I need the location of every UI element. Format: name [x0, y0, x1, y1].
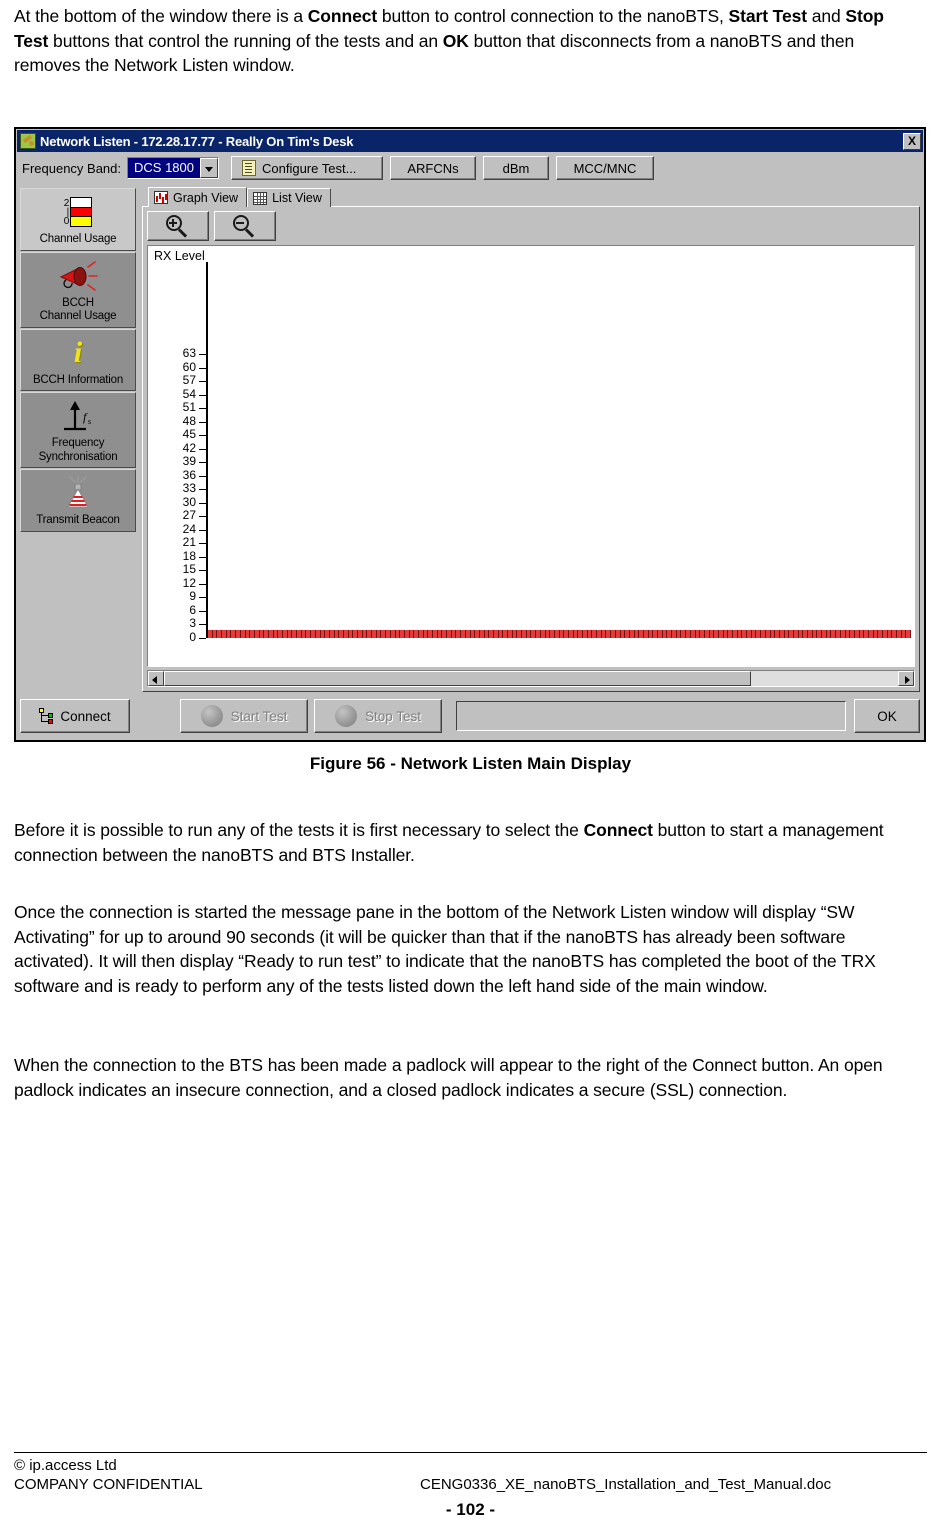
sidebar-item-channel-usage[interactable]: 2 | 0 Channel Usage	[20, 188, 136, 251]
bar-meter-icon: 2 | 0	[64, 193, 93, 231]
sidebar-item-frequency-synchronisation[interactable]: f s Frequency Synchronisation	[20, 392, 136, 468]
sidebar-item-label: Transmit Beacon	[36, 514, 120, 526]
start-test-label: Start Test	[230, 708, 288, 724]
chart-bars	[208, 630, 912, 638]
stop-orb-icon	[334, 705, 357, 727]
toolbar: Frequency Band: DCS 1800 Configure Test.…	[16, 153, 924, 183]
beacon-antenna-icon	[58, 474, 98, 512]
app-puzzle-icon	[20, 133, 36, 149]
sidebar-item-label: BCCH Channel Usage	[39, 296, 117, 323]
sidebar-item-transmit-beacon[interactable]: Transmit Beacon	[20, 469, 136, 532]
paragraph-2: Before it is possible to run any of the …	[14, 820, 884, 865]
start-orb-icon	[200, 705, 223, 727]
tab-label: List View	[272, 191, 322, 205]
window-titlebar: Network Listen - 172.28.17.77 - Really O…	[17, 130, 923, 152]
start-test-button[interactable]: Start Test	[180, 699, 308, 733]
graph-horizontal-scrollbar[interactable]	[147, 670, 915, 687]
frequency-band-value: DCS 1800	[128, 158, 200, 178]
configure-test-label: Configure Test...	[262, 160, 357, 176]
zoom-out-button[interactable]	[214, 211, 276, 241]
connect-button[interactable]: Connect	[20, 699, 130, 733]
graph-zoom-toolbar	[147, 211, 915, 241]
sidebar-item-bcch-information[interactable]: i BCCH Information	[20, 328, 136, 391]
configure-test-button[interactable]: Configure Test...	[231, 156, 383, 180]
zoom-in-icon	[166, 215, 190, 238]
page-number: - 102 -	[445, 1500, 496, 1519]
close-icon[interactable]: X	[903, 132, 921, 150]
chart-y-axis-ticks: 63 60 57 54 51 48 45 42 39 36 33 30 27 24 21 18 15 12 9 6 3 0	[148, 262, 206, 644]
view-tabstrip: Graph View List View	[142, 187, 920, 207]
footer-left: © ip.access Ltd COMPANY CONFIDENTIAL	[14, 1456, 203, 1494]
window-title: Network Listen - 172.28.17.77 - Really O…	[40, 133, 354, 149]
window-content: 2 | 0 Channel Usage BCCH Channel Usage i…	[20, 187, 920, 692]
arrow-right-icon[interactable]	[898, 671, 914, 686]
message-pane	[456, 701, 846, 731]
scrollbar-thumb[interactable]	[164, 671, 752, 686]
tab-label: Graph View	[173, 190, 239, 205]
zoom-out-icon	[233, 215, 257, 238]
footer-filename: CENG0336_XE_nanoBTS_Installation_and_Tes…	[420, 1476, 832, 1493]
tab-list-view[interactable]: List View	[247, 188, 331, 207]
network-listen-window: Network Listen - 172.28.17.77 - Really O…	[14, 127, 926, 742]
network-connect-icon	[39, 708, 55, 724]
up-arrow-fs-icon: f s	[58, 397, 98, 435]
arfcns-button[interactable]: ARFCNs	[390, 156, 476, 180]
frequency-band-label: Frequency Band:	[22, 160, 122, 176]
ok-button[interactable]: OK	[854, 699, 920, 733]
document-icon	[242, 160, 256, 176]
bar-chart-icon	[154, 191, 168, 204]
zoom-in-button[interactable]	[147, 211, 209, 241]
footer-confidential: COMPANY CONFIDENTIAL	[14, 1476, 203, 1493]
connect-label: Connect	[60, 708, 111, 724]
figure-caption: Figure 56 - Network Listen Main Display	[309, 754, 632, 773]
frequency-band-select[interactable]: DCS 1800	[127, 157, 219, 179]
mcc-mnc-button[interactable]: MCC/MNC	[556, 156, 654, 180]
footer-copyright: © ip.access Ltd	[14, 1457, 117, 1474]
paragraph-3: Once the connection is started the messa…	[14, 902, 876, 996]
tab-graph-view[interactable]: Graph View	[148, 187, 248, 207]
arrow-left-icon[interactable]	[148, 671, 164, 686]
sidebar-item-label: Channel Usage	[39, 233, 117, 245]
svg-text:s: s	[88, 417, 91, 426]
paragraph-4: When the connection to the BTS has been …	[14, 1055, 883, 1100]
stop-test-label: Stop Test	[364, 708, 422, 724]
sidebar-item-label: Frequency Synchronisation	[38, 437, 118, 463]
scrollbar-track[interactable]	[164, 671, 898, 686]
rx-level-chart[interactable]: RX Level 63 60 57 54 51 48 45 42 39 36 33 30 27 24 21 1…	[147, 245, 915, 667]
dbm-button[interactable]: dBm	[483, 156, 549, 180]
footer-divider	[14, 1452, 927, 1453]
window-bottom-bar: Connect Start Test Stop Test OK	[20, 696, 920, 736]
info-italic-icon: i	[73, 335, 83, 369]
table-grid-icon	[253, 191, 268, 205]
chart-y-axis-title: RX Level	[154, 249, 205, 263]
graph-view-panel: RX Level 63 60 57 54 51 48 45 42 39 36 33 30 27 24 21 1…	[142, 206, 920, 692]
intro-paragraph: At the bottom of the window there is a C…	[14, 6, 884, 75]
sidebar-item-label: BCCH Information	[32, 373, 124, 386]
chevron-down-icon[interactable]	[200, 158, 218, 178]
megaphone-icon	[57, 257, 99, 295]
stop-test-button[interactable]: Stop Test	[314, 699, 442, 733]
chart-y-axis-line	[206, 262, 208, 638]
view-pane: Graph View List View RX Level 63 60 57 5…	[142, 187, 920, 692]
sidebar-item-bcch-channel-usage[interactable]: BCCH Channel Usage	[20, 251, 136, 328]
test-sidebar: 2 | 0 Channel Usage BCCH Channel Usage i…	[20, 187, 138, 692]
